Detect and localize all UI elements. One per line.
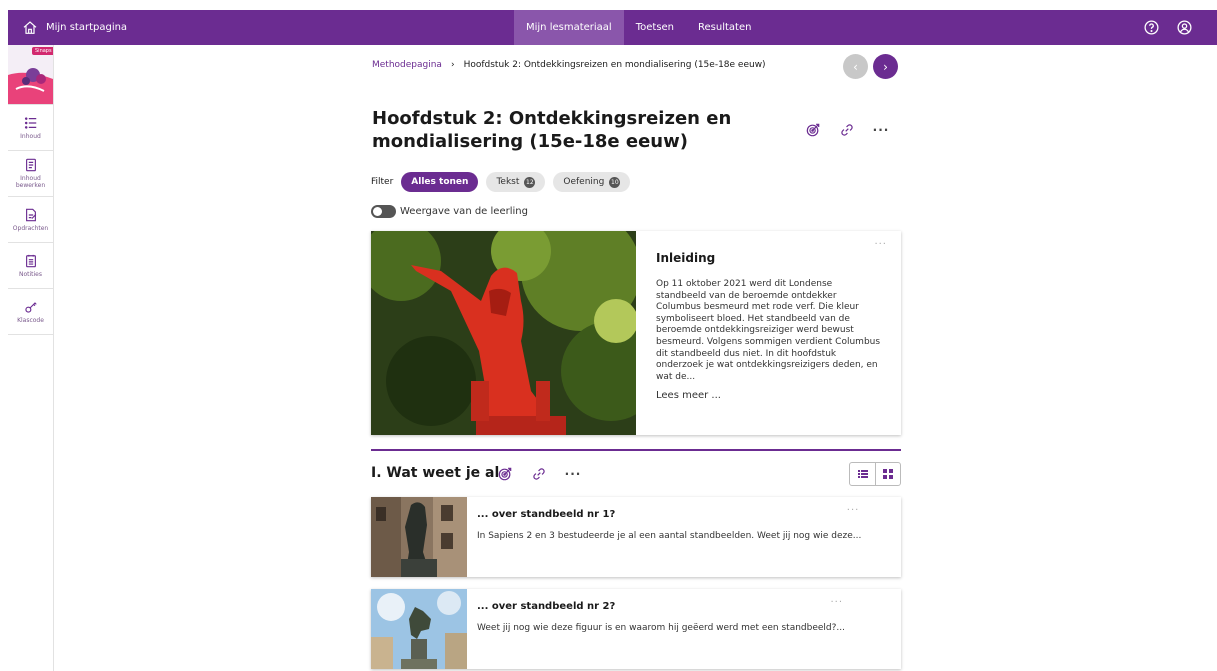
filter-chip-alles-tonen[interactable]: Alles tonen [401, 172, 479, 192]
section-actions: ··· [497, 466, 581, 482]
student-view-row: Weergave van de leerling [371, 205, 528, 218]
lesson-title: ... over standbeeld nr 2? [477, 601, 616, 612]
section-more-options-icon[interactable]: ··· [565, 466, 581, 482]
section-link-button[interactable] [531, 466, 547, 482]
book-cover[interactable]: Sinaps [8, 45, 53, 105]
view-mode-toggle [849, 462, 901, 486]
assignment-icon [25, 208, 36, 221]
sidebar-item-inhoud-bewerken[interactable]: Inhoud bewerken [8, 151, 53, 197]
next-chapter-button[interactable]: › [873, 54, 898, 79]
lesson-card-2[interactable]: ··· ... over standbeeld nr 2? Weet jij n… [371, 589, 901, 669]
nav-mijn-lesmateriaal[interactable]: Mijn lesmateriaal [514, 10, 624, 45]
lesson-text: In Sapiens 2 en 3 bestudeerde je al een … [477, 531, 862, 541]
sidebar-item-label: Inhoud [20, 132, 41, 140]
section-title: I. Wat weet je al [371, 465, 500, 481]
sidebar: Sinaps Inhoud Inhoud bewerken Opdrachten… [8, 45, 54, 671]
breadcrumb: Methodepagina › Hoofdstuk 2: Ontdekkings… [372, 60, 766, 70]
nav-resultaten[interactable]: Resultaten [686, 10, 763, 45]
edit-list-icon [25, 158, 36, 172]
list-view-button[interactable] [850, 463, 875, 485]
grid-view-button[interactable] [875, 463, 900, 485]
chip-label: Tekst [496, 177, 520, 187]
book-badge: Sinaps [32, 47, 53, 55]
chip-label: Alles tonen [411, 177, 469, 187]
sidebar-item-label: Notities [18, 270, 42, 278]
user-circle-icon[interactable] [1176, 19, 1193, 36]
columbus-statue-image [371, 231, 636, 435]
more-options-icon[interactable]: ··· [873, 122, 889, 138]
breadcrumb-separator: › [450, 60, 455, 70]
target-icon [498, 467, 512, 481]
target-icon [806, 123, 820, 137]
filter-chip-oefening[interactable]: Oefening 10 [553, 172, 631, 192]
main-nav: Mijn lesmateriaal Toetsen Resultaten [514, 10, 763, 45]
list-view-icon [857, 470, 868, 478]
sidebar-item-label: Opdrachten [12, 224, 49, 232]
student-view-label: Weergave van de leerling [400, 206, 528, 217]
grid-view-icon [883, 469, 893, 479]
filter-chip-tekst[interactable]: Tekst 12 [486, 172, 546, 192]
chip-count: 12 [524, 176, 536, 188]
top-navigation-bar: Mijn startpagina Mijn lesmateriaal Toets… [8, 10, 1217, 45]
read-more-link[interactable]: Lees meer ... [656, 390, 881, 401]
filter-label: Filter [371, 177, 394, 187]
previous-chapter-button[interactable]: ‹ [843, 54, 868, 79]
key-icon [24, 301, 37, 313]
chapter-actions: ··· [805, 122, 889, 138]
link-icon [533, 468, 545, 480]
student-view-toggle[interactable] [371, 205, 396, 218]
nav-toetsen[interactable]: Toetsen [624, 10, 686, 45]
card-more-options-icon[interactable]: ··· [830, 597, 843, 608]
goals-button[interactable] [805, 122, 821, 138]
page-title: Hoofdstuk 2: Ontdekkingsreizen en mondia… [372, 108, 732, 152]
home-link[interactable]: Mijn startpagina [8, 20, 127, 36]
lesson-text: Weet jij nog wie deze figuur is en waaro… [477, 623, 846, 633]
notes-icon [25, 254, 36, 267]
sidebar-item-notities[interactable]: Notities [8, 243, 53, 289]
sidebar-item-label: Inhoud bewerken [15, 175, 46, 189]
filter-bar: Filter Alles tonen Tekst 12 Oefening 10 [371, 172, 631, 192]
link-icon [841, 124, 853, 136]
statue-2-image [371, 589, 467, 669]
card-more-options-icon[interactable]: ··· [874, 239, 887, 250]
window-frame [0, 0, 1217, 10]
list-icon [24, 116, 36, 129]
breadcrumb-root-link[interactable]: Methodepagina [372, 60, 442, 70]
sidebar-item-label: Klascode [17, 316, 44, 324]
chip-count: 10 [609, 176, 621, 188]
intro-text: Op 11 oktober 2021 werd dit Londense sta… [656, 279, 881, 382]
lesson-card-1[interactable]: ··· ... over standbeeld nr 1? In Sapiens… [371, 497, 901, 577]
breadcrumb-current: Hoofdstuk 2: Ontdekkingsreizen en mondia… [463, 60, 766, 70]
section-goals-button[interactable] [497, 466, 513, 482]
sidebar-item-klascode[interactable]: Klascode [8, 289, 53, 335]
card-more-options-icon[interactable]: ··· [847, 505, 860, 516]
statue-1-image [371, 497, 467, 577]
sidebar-item-opdrachten[interactable]: Opdrachten [8, 197, 53, 243]
lesson-title: ... over standbeeld nr 1? [477, 509, 616, 520]
intro-card[interactable]: ··· Inleiding Op 11 oktober 2021 werd di… [371, 231, 901, 435]
section-divider [371, 449, 901, 451]
sidebar-item-inhoud[interactable]: Inhoud [8, 105, 53, 151]
home-label: Mijn startpagina [46, 22, 128, 33]
chip-label: Oefening [563, 177, 605, 187]
copy-link-button[interactable] [839, 122, 855, 138]
intro-title: Inleiding [656, 251, 716, 265]
question-circle-icon[interactable] [1143, 19, 1160, 36]
home-icon [23, 20, 37, 34]
